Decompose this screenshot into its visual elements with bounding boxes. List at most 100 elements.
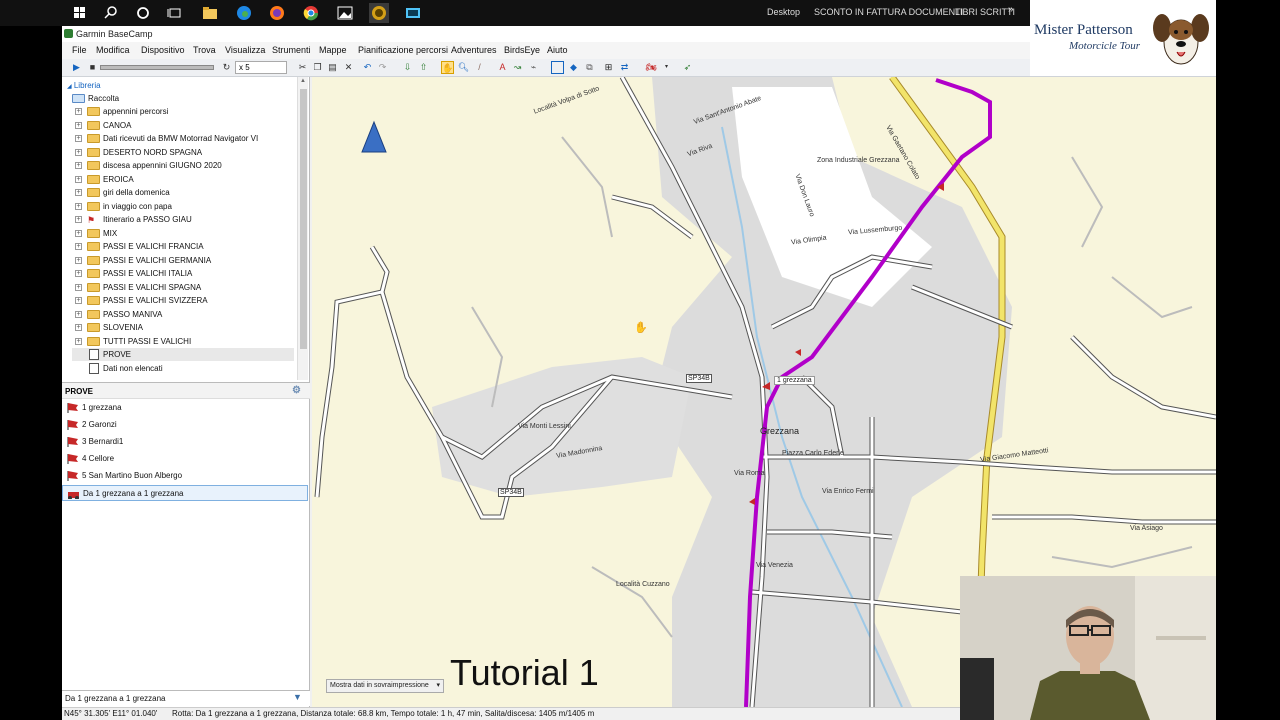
playback-slider[interactable]	[100, 65, 214, 70]
menu-dispositivo[interactable]: Dispositivo	[141, 45, 185, 55]
tree-scrollbar[interactable]: ▲	[297, 77, 308, 380]
waypoint-label[interactable]: 1 grezzana	[774, 376, 815, 385]
expand-icon[interactable]: +	[75, 310, 82, 318]
expand-icon[interactable]: +	[75, 175, 82, 183]
route-tool-icon[interactable]: ↝	[511, 61, 524, 74]
zoom-icon[interactable]: 🔍︎	[457, 61, 470, 74]
sync-icon[interactable]: ⇄	[618, 61, 631, 74]
cut-icon[interactable]: ✂	[296, 61, 309, 74]
layers-icon[interactable]: ⧉	[583, 61, 596, 74]
expand-icon[interactable]: +	[75, 121, 82, 129]
track-tool-icon[interactable]: ⌁	[527, 61, 540, 74]
expand-icon[interactable]: +	[75, 189, 82, 196]
filter-bar[interactable]: Da 1 grezzana a 1 grezzana ▼	[62, 690, 310, 706]
speed-select[interactable]: x 5	[235, 61, 287, 74]
send-to-device-icon[interactable]: ➶	[681, 61, 694, 74]
expand-icon[interactable]: +	[75, 324, 82, 331]
motorcycle-profile-icon[interactable]: 🏍︎	[645, 61, 658, 74]
delete-icon[interactable]: ✕	[342, 61, 355, 74]
tree-item[interactable]: PROVE	[72, 348, 294, 361]
menu-file[interactable]: File	[72, 45, 87, 55]
expand-icon[interactable]: +	[75, 108, 82, 115]
expand-icon[interactable]: +	[75, 148, 82, 156]
receive-icon[interactable]: ⇩	[401, 61, 414, 74]
fit-view-icon[interactable]: ⊞	[602, 61, 615, 74]
select-area-icon[interactable]	[551, 61, 564, 74]
expand-icon[interactable]: +	[75, 216, 82, 223]
list-item[interactable]: 3 Bernardi1	[62, 434, 308, 450]
menu-birdseye[interactable]: BirdsEye	[504, 45, 540, 55]
expand-icon[interactable]: +	[75, 337, 82, 345]
tree-item-label: PASSO MANIVA	[103, 309, 163, 319]
refresh-icon[interactable]: ↻	[220, 61, 233, 74]
gear-icon[interactable]: ⚙	[292, 385, 301, 396]
menu-aiuto[interactable]: Aiuto	[547, 45, 568, 55]
overlay-data-dropdown[interactable]: Mostra dati in sovraimpressione ▾	[326, 679, 444, 693]
desktop-label[interactable]: Desktop	[767, 7, 800, 17]
waypoint-tool-icon[interactable]: A	[496, 61, 509, 74]
list-icon	[89, 362, 99, 374]
expand-icon[interactable]: +	[75, 256, 82, 264]
play-icon[interactable]: ▶	[70, 61, 83, 74]
paste-icon[interactable]: ▤	[326, 61, 339, 74]
cortana-icon[interactable]	[133, 3, 153, 23]
chevron-down-icon[interactable]: ▾	[660, 61, 673, 74]
list-item[interactable]: 5 San Martino Buon Albergo	[62, 468, 308, 484]
window-icon[interactable]	[403, 3, 423, 23]
photos-icon[interactable]	[335, 3, 355, 23]
menu-trova[interactable]: Trova	[193, 45, 216, 55]
expand-icon[interactable]: +	[75, 297, 82, 304]
firefox-icon[interactable]	[267, 3, 287, 23]
edge-icon[interactable]	[234, 3, 254, 23]
copy-icon[interactable]: ❐	[311, 61, 324, 74]
chrome-icon[interactable]	[301, 3, 321, 23]
expand-icon[interactable]: +	[75, 135, 82, 142]
list-item[interactable]: 4 Cellore	[62, 451, 308, 467]
measure-icon[interactable]: /	[473, 61, 486, 74]
hand-tool-icon[interactable]: ✋	[441, 61, 454, 74]
tree-item-label: TUTTI PASSI E VALICHI	[103, 336, 192, 346]
road-shield: SP34B	[686, 374, 712, 383]
menu-pianificazione[interactable]: Pianificazione percorsi	[358, 45, 448, 55]
filter-icon[interactable]: ▼	[293, 692, 302, 702]
list-item-label: 1 grezzana	[82, 403, 122, 412]
expand-icon[interactable]: +	[75, 243, 82, 250]
redo-icon[interactable]: ↷	[376, 61, 389, 74]
tree-item-label: PROVE	[103, 350, 132, 359]
north-arrow-icon[interactable]	[361, 120, 387, 153]
basecamp-taskbar-icon[interactable]	[369, 3, 389, 23]
tree-root[interactable]: Raccolta	[72, 92, 119, 105]
taskbar-toolbar-item[interactable]: SCONTO IN FATTURA DOCUMENTI	[814, 7, 963, 17]
collection-icon	[72, 94, 85, 103]
folder-icon	[87, 309, 100, 319]
3d-view-icon[interactable]: ◆	[567, 61, 580, 74]
windows-start-icon[interactable]	[70, 3, 90, 23]
expand-icon[interactable]: +	[75, 202, 82, 210]
library-tree: ◢ Libreria Raccolta + appennini percorsi +…	[62, 77, 310, 380]
expand-icon[interactable]: +	[75, 270, 82, 277]
scroll-thumb[interactable]	[300, 89, 307, 349]
undo-icon[interactable]: ↶	[361, 61, 374, 74]
list-item[interactable]: Da 1 grezzana a 1 grezzana	[62, 485, 308, 501]
tree-root-label: Raccolta	[88, 94, 120, 103]
menu-mappe[interactable]: Mappe	[319, 45, 347, 55]
expand-icon[interactable]: +	[75, 229, 82, 237]
list-item[interactable]: 1 grezzana	[62, 400, 308, 416]
taskbar-toolbar-item[interactable]: LIBRI SCRITTI	[955, 7, 1015, 17]
expand-icon[interactable]: +	[75, 162, 82, 169]
send-icon[interactable]: ⇧	[417, 61, 430, 74]
stop-icon[interactable]: ■	[86, 61, 99, 74]
library-header[interactable]: ◢ Libreria	[67, 79, 101, 92]
menu-visualizza[interactable]: Visualizza	[225, 45, 265, 55]
itinerary-icon: ⚑	[87, 215, 96, 225]
expand-icon[interactable]: +	[75, 283, 82, 291]
menu-strumenti[interactable]: Strumenti	[272, 45, 311, 55]
list-item[interactable]: 2 Garonzi	[62, 417, 308, 433]
search-icon[interactable]	[101, 3, 121, 23]
chevron-icon[interactable]: »	[1008, 4, 1014, 15]
menu-modifica[interactable]: Modifica	[96, 45, 130, 55]
road-shield: SP34B	[498, 488, 524, 497]
file-explorer-icon[interactable]	[200, 3, 220, 23]
task-view-icon[interactable]	[165, 3, 185, 23]
menu-adventures[interactable]: Adventures	[451, 45, 497, 55]
